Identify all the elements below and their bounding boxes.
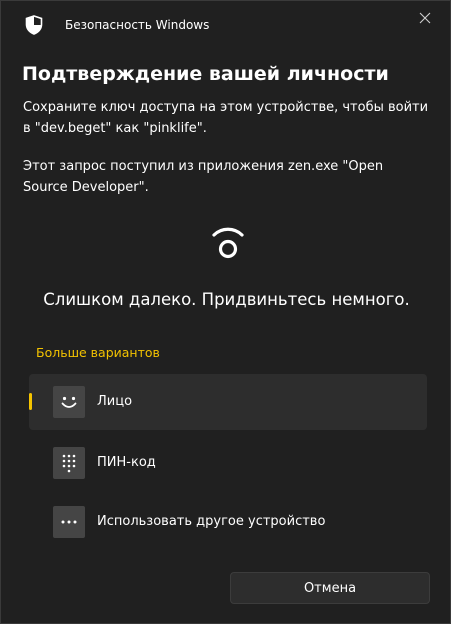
- option-label: Использовать другое устройство: [97, 514, 326, 529]
- option-pin[interactable]: ПИН-код: [29, 435, 427, 491]
- close-button[interactable]: [408, 7, 442, 29]
- selection-indicator: [29, 393, 32, 410]
- description-request-source: Этот запрос поступил из приложения zen.e…: [23, 159, 384, 195]
- option-face[interactable]: Лицо: [29, 374, 427, 430]
- app-title: Безопасность Windows: [65, 18, 210, 32]
- more-options-link[interactable]: Больше вариантов: [36, 344, 160, 362]
- keypad-icon: [53, 447, 85, 479]
- dialog-heading: Подтверждение вашей личности: [22, 63, 389, 85]
- option-label: ПИН-код: [97, 455, 156, 470]
- status-message: Слишком далеко. Придвиньтесь немного.: [43, 290, 410, 309]
- face-icon: [53, 386, 85, 418]
- more-icon: [53, 506, 85, 538]
- option-label: Лицо: [97, 394, 133, 409]
- title-bar: Безопасность Windows: [1, 1, 450, 49]
- security-dialog: Безопасность Windows Подтверждение вашей…: [0, 0, 451, 624]
- description-passkey: Сохраните ключ доступа на этом устройств…: [23, 100, 429, 136]
- cancel-button[interactable]: Отмена: [230, 572, 430, 604]
- face-recognition-icon: [208, 221, 248, 261]
- option-other-device[interactable]: Использовать другое устройство: [29, 494, 427, 550]
- close-icon: [419, 9, 431, 28]
- shield-icon: [25, 15, 43, 35]
